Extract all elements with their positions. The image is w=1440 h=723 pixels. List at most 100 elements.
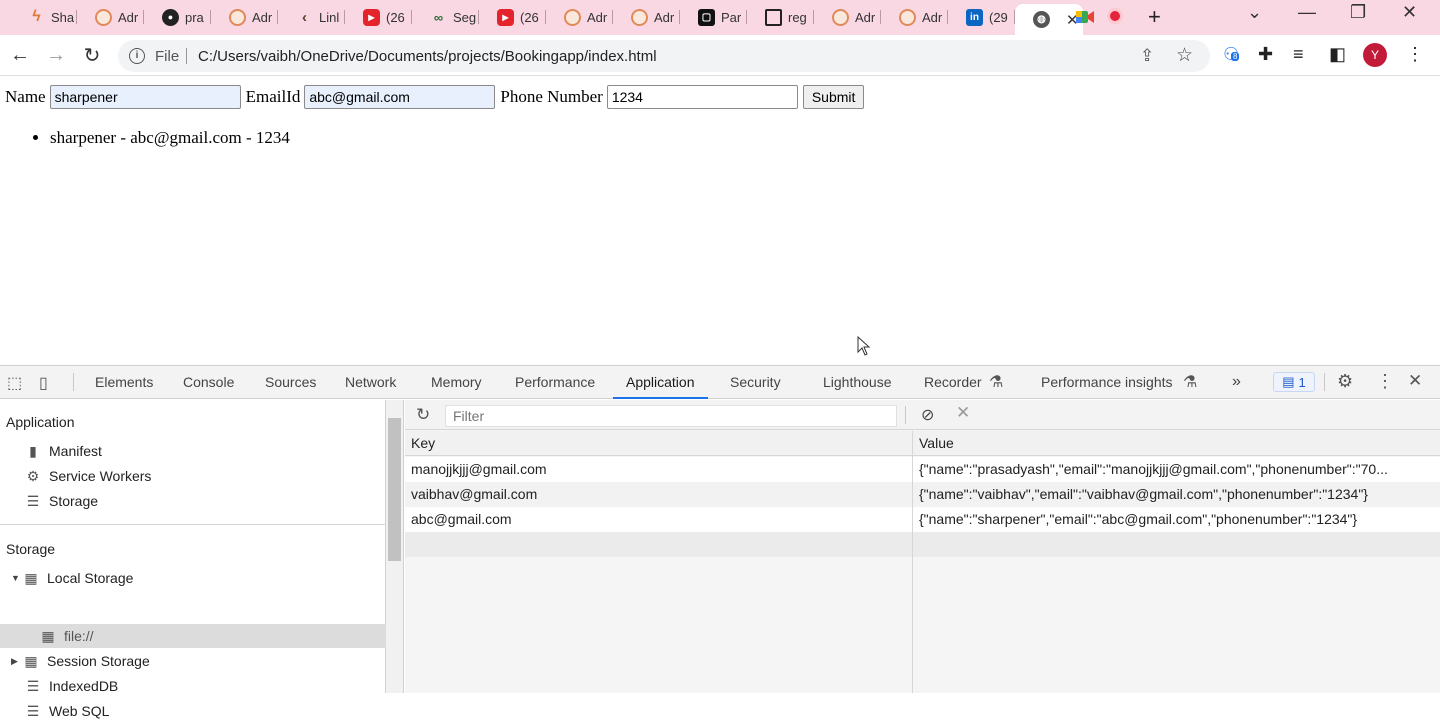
restore-icon[interactable]: ❐	[1350, 2, 1366, 23]
new-tab-button[interactable]: +	[1148, 4, 1161, 30]
column-header-value[interactable]: Value	[919, 435, 954, 451]
grid-icon: ▦	[24, 569, 38, 586]
back-icon[interactable]: ←	[7, 42, 33, 68]
share-icon[interactable]: ⇪	[1140, 46, 1154, 66]
messages-badge[interactable]: ▤ 1	[1273, 372, 1315, 392]
refresh-icon[interactable]: ↻	[416, 405, 430, 425]
forward-icon[interactable]: →	[43, 42, 69, 68]
column-header-key[interactable]: Key	[411, 435, 435, 451]
tab-security[interactable]: Security	[730, 366, 781, 399]
browser-tab[interactable]: Adr	[546, 4, 613, 30]
browser-tab[interactable]: ∞ Seg	[412, 4, 479, 30]
column-divider[interactable]	[912, 431, 913, 693]
tab-search-icon[interactable]: ⌄	[1247, 2, 1262, 23]
sidebar-item-websql[interactable]: ☰ Web SQL	[25, 699, 110, 723]
flask-icon: ⚗	[1183, 374, 1198, 391]
browser-tab[interactable]: Adr	[814, 4, 881, 30]
tabs-row: ϟ Sha Adr ● pra Adr ‹ Linl ▶ (26 ∞ Seg ▶ (26 A…	[10, 4, 1083, 35]
sidebar-item-service-workers[interactable]: ⚙ Service Workers	[25, 464, 152, 488]
delete-selected-icon[interactable]: ✕	[956, 403, 970, 423]
kebab-menu-icon[interactable]: ⋮	[1376, 371, 1394, 392]
row-key: manojjkjjj@gmail.com	[411, 461, 547, 477]
tab-elements[interactable]: Elements	[95, 366, 153, 399]
tab-memory[interactable]: Memory	[431, 366, 482, 399]
message-icon: ▤	[1282, 374, 1295, 389]
sidebar-item-storage[interactable]: ☰ Storage	[25, 489, 98, 513]
tab-network[interactable]: Network	[345, 366, 396, 399]
browser-tab[interactable]: in (29	[948, 4, 1015, 30]
tab-performance[interactable]: Performance	[515, 366, 595, 399]
menu-kebab-icon[interactable]: ⋮	[1406, 44, 1424, 65]
browser-tab[interactable]: ‹ Linl	[278, 4, 345, 30]
tab-recorder[interactable]: Recorder	[924, 366, 982, 399]
sidebar-item-local-storage[interactable]: ▼ ▦ Local Storage	[11, 566, 133, 590]
side-panel-icon[interactable]: ◧	[1329, 44, 1346, 65]
sidebar-item-indexeddb[interactable]: ☰ IndexedDB	[25, 674, 119, 698]
tab-lighthouse[interactable]: Lighthouse	[823, 366, 892, 399]
empty-row	[405, 532, 1440, 557]
youtube-icon: ▶	[363, 8, 380, 26]
close-window-icon[interactable]: ✕	[1402, 2, 1417, 23]
browser-tab[interactable]: reg	[747, 4, 814, 30]
sidebar-item-file[interactable]: ▦ file://	[40, 624, 93, 648]
browser-tab[interactable]: Adr	[881, 4, 948, 30]
inspect-element-icon[interactable]: ⬚	[7, 373, 22, 393]
address-bar[interactable]: i File C:/Users/vaibh/OneDrive/Documents…	[118, 40, 1210, 72]
device-toolbar-icon[interactable]: ▯	[39, 373, 48, 393]
table-row[interactable]: abc@gmail.com {"name":"sharpener","email…	[405, 507, 1440, 532]
tab-strip: ϟ Sha Adr ● pra Adr ‹ Linl ▶ (26 ∞ Seg ▶ (26 A…	[0, 0, 1440, 35]
close-devtools-icon[interactable]: ✕	[1408, 371, 1422, 391]
sidebar-item-session-storage[interactable]: ▶ ▦ Session Storage	[11, 649, 150, 673]
active-browser-tab[interactable]: ◍ ✕	[1015, 4, 1083, 35]
puzzle-extensions-icon[interactable]: ✚	[1258, 44, 1273, 65]
table-header: Key Value	[405, 431, 1440, 456]
avatar[interactable]: Y	[1363, 43, 1387, 67]
sidebar-item-manifest[interactable]: ▮ Manifest	[25, 439, 102, 463]
browser-tab[interactable]: Adr	[211, 4, 278, 30]
scrollbar-thumb[interactable]	[388, 418, 401, 561]
filter-input[interactable]	[445, 405, 897, 427]
tab-console[interactable]: Console	[183, 366, 234, 399]
browser-tab[interactable]: ▶ (26	[345, 4, 412, 30]
gear-icon[interactable]: ⚙	[1337, 371, 1353, 392]
browser-tab[interactable]: ▶ (26	[479, 4, 546, 30]
clear-all-icon[interactable]: ⊘	[921, 405, 934, 425]
browser-tab[interactable]: Adr	[613, 4, 680, 30]
table-row[interactable]: manojjkjjj@gmail.com {"name":"prasadyash…	[405, 457, 1440, 482]
reg-icon	[765, 8, 782, 26]
recording-icon[interactable]	[1107, 8, 1123, 24]
more-tabs-icon[interactable]: »	[1232, 366, 1241, 399]
section-heading: Application	[6, 414, 75, 430]
name-label: Name	[5, 87, 46, 106]
divider	[1324, 373, 1325, 391]
caret-right-icon[interactable]: ▶	[11, 656, 21, 667]
name-field[interactable]	[49, 85, 241, 109]
gear-icon: ⚙	[26, 467, 40, 484]
tab-application[interactable]: Application	[613, 366, 708, 399]
caret-down-icon[interactable]: ▼	[11, 573, 21, 583]
google-meet-icon[interactable]	[1075, 8, 1095, 26]
database-icon: ☰	[26, 702, 40, 719]
email-field[interactable]	[304, 85, 496, 109]
tab-performance-insights[interactable]: Performance insights	[1041, 366, 1173, 399]
bookmark-star-icon[interactable]: ☆	[1176, 44, 1193, 67]
submit-button[interactable]: Submit	[802, 85, 865, 109]
table-row[interactable]: vaibhav@gmail.com {"name":"vaibhav","ema…	[405, 482, 1440, 507]
reading-list-icon[interactable]: ≡	[1293, 44, 1304, 65]
tab-sources[interactable]: Sources	[265, 366, 316, 399]
phone-field[interactable]	[606, 85, 798, 109]
sidebar-scrollbar[interactable]	[386, 400, 404, 693]
extension-icon[interactable]: ⚇8	[1223, 44, 1240, 65]
seg-icon: ∞	[433, 9, 444, 25]
minimize-icon[interactable]: —	[1298, 2, 1316, 23]
browser-tab[interactable]: ● pra	[144, 4, 211, 30]
browser-tab[interactable]: Adr	[77, 4, 144, 30]
browser-tab[interactable]: ϟ Sha	[10, 4, 77, 30]
url-scheme: File	[155, 48, 180, 65]
globe-icon: ◍	[1033, 11, 1050, 28]
browser-tab[interactable]: ▢ Par	[680, 4, 747, 30]
info-icon[interactable]: i	[129, 48, 145, 64]
url-text[interactable]: C:/Users/vaibh/OneDrive/Documents/projec…	[198, 48, 657, 65]
reload-icon[interactable]: ↻	[79, 42, 105, 68]
row-key: vaibhav@gmail.com	[411, 486, 538, 502]
